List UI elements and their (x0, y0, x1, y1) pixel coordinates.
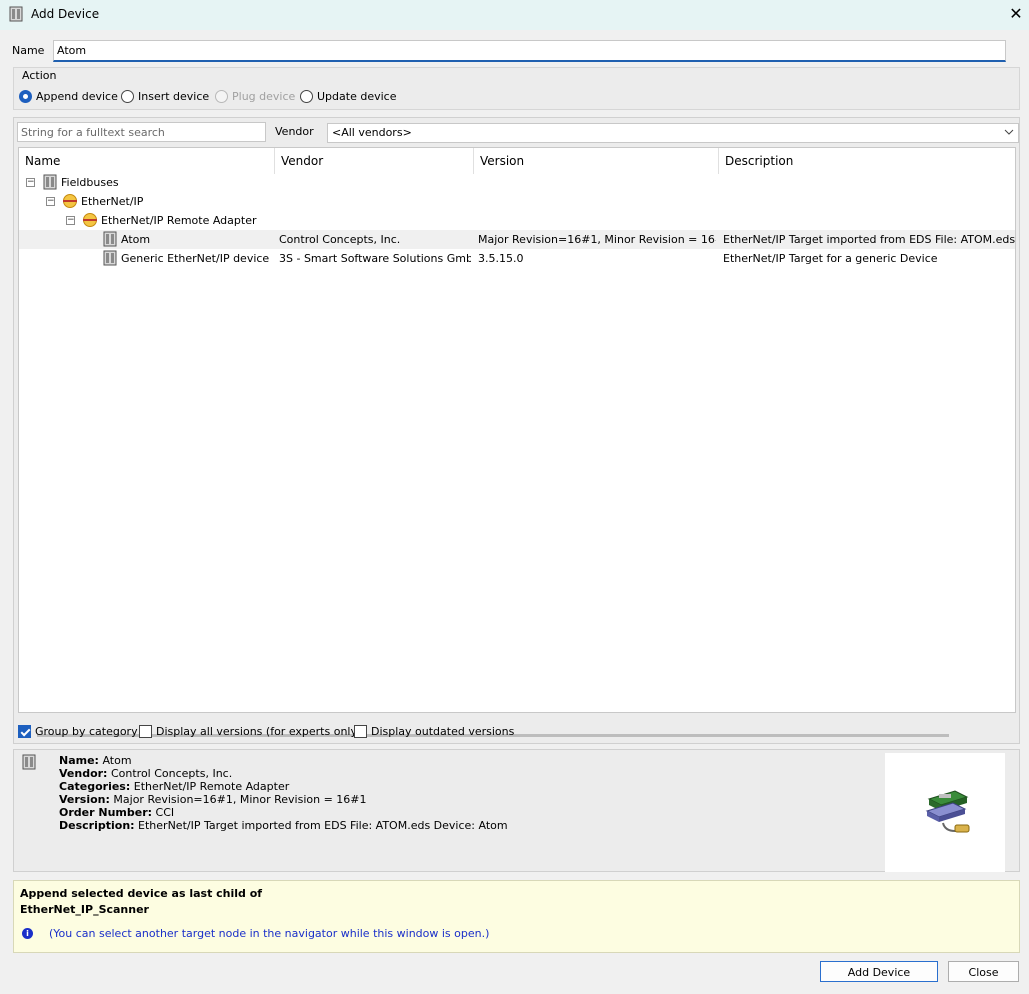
close-button[interactable]: Close (948, 961, 1019, 982)
tree-node-label: Fieldbuses (61, 176, 119, 189)
name-label: Name (12, 44, 45, 57)
checkbox-indicator (139, 725, 152, 738)
info-line-categories: Categories: EtherNet/IP Remote Adapter (59, 780, 290, 793)
tree-row-ethernet-ip[interactable]: − EtherNet/IP (19, 192, 1015, 211)
group-by-category-checkbox[interactable]: Group by category (18, 725, 138, 738)
network-bus-icon (83, 213, 97, 227)
tree-row-atom[interactable]: Atom Control Concepts, Inc. Major Revisi… (19, 230, 1015, 249)
add-device-button[interactable]: Add Device (820, 961, 938, 982)
insert-device-radio[interactable]: Insert device (121, 90, 209, 103)
column-header-version[interactable]: Version (474, 148, 719, 174)
device-catalog-panel: Vendor <All vendors> Name Vendor Version… (13, 117, 1020, 744)
info-line-version: Version: Major Revision=16#1, Minor Revi… (59, 793, 367, 806)
radio-indicator (19, 90, 32, 103)
device-version-cell: Major Revision=16#1, Minor Revision = 16… (478, 233, 716, 246)
collapse-icon[interactable]: − (46, 197, 55, 206)
tree-row-fieldbuses[interactable]: − Fieldbuses (19, 173, 1015, 192)
append-device-radio[interactable]: Append device (19, 90, 118, 103)
device-tree[interactable]: Name Vendor Version Description − Fieldb… (18, 147, 1016, 737)
title-bar: Add Device ✕ (0, 0, 1029, 30)
column-header-description[interactable]: Description (719, 148, 1015, 174)
device-info-panel: Name: Atom Vendor: Control Concepts, Inc… (13, 749, 1020, 872)
info-line-order-number: Order Number: CCI (59, 806, 175, 819)
radio-label: Update device (317, 90, 397, 103)
tree-row-generic-device[interactable]: Generic EtherNet/IP device 3S - Smart So… (19, 249, 1015, 268)
device-version-cell: 3.5.15.0 (478, 252, 524, 265)
device-name-cell: Atom (121, 233, 151, 246)
device-vendor-cell: Control Concepts, Inc. (279, 233, 401, 246)
column-header-name[interactable]: Name (19, 148, 275, 174)
column-header-vendor[interactable]: Vendor (275, 148, 474, 174)
display-all-versions-checkbox[interactable]: Display all versions (for experts only) (139, 725, 361, 738)
action-label: Action (22, 69, 57, 82)
info-line-name: Name: Atom (59, 754, 132, 767)
device-module-image (925, 790, 970, 833)
info-line-description: Description: EtherNet/IP Target imported… (59, 819, 508, 832)
collapse-icon[interactable]: − (66, 216, 75, 225)
display-outdated-checkbox[interactable]: Display outdated versions (354, 725, 514, 738)
checkbox-label: Display outdated versions (371, 725, 515, 738)
checkbox-label: Display all versions (for experts only) (156, 725, 362, 738)
radio-label: Append device (36, 90, 118, 103)
info-line-vendor: Vendor: Control Concepts, Inc. (59, 767, 233, 780)
action-group: Action Append device Insert device Plug … (13, 67, 1020, 110)
vendor-selected-value: <All vendors> (332, 126, 412, 139)
checkbox-label: Group by category (35, 725, 138, 738)
device-icon (103, 231, 117, 247)
device-description-cell: EtherNet/IP Target imported from EDS Fil… (723, 233, 1015, 246)
vendor-label: Vendor (275, 125, 314, 138)
radio-label: Plug device (232, 90, 296, 103)
device-description-cell: EtherNet/IP Target for a generic Device (723, 252, 938, 265)
radio-indicator (300, 90, 313, 103)
plug-device-radio: Plug device (215, 90, 295, 103)
device-name-cell: Generic EtherNet/IP device (121, 252, 270, 265)
device-icon (22, 754, 36, 770)
tree-node-label: EtherNet/IP (81, 195, 144, 208)
device-icon (9, 6, 23, 22)
device-info-lines: Name: Atom Vendor: Control Concepts, Inc… (59, 754, 508, 832)
radio-indicator (215, 90, 228, 103)
target-hint-panel: Append selected device as last child of … (13, 880, 1020, 953)
network-bus-icon (63, 194, 77, 208)
tree-node-label: EtherNet/IP Remote Adapter (101, 214, 257, 227)
device-icon (43, 174, 57, 190)
tree-row-remote-adapter[interactable]: − EtherNet/IP Remote Adapter (19, 211, 1015, 230)
hint-note: (You can select another target node in t… (49, 927, 490, 940)
chevron-down-icon (1004, 124, 1014, 143)
fulltext-search-input[interactable] (17, 122, 266, 142)
hint-append-text: Append selected device as last child of (20, 887, 263, 900)
name-input[interactable] (53, 40, 1006, 62)
close-icon[interactable]: ✕ (1005, 4, 1027, 24)
device-preview-image (885, 753, 1005, 872)
window-title: Add Device (31, 7, 100, 21)
device-icon (103, 250, 117, 266)
checkbox-indicator (18, 725, 31, 738)
collapse-icon[interactable]: − (26, 178, 35, 187)
device-vendor-cell: 3S - Smart Software Solutions GmbH (279, 252, 471, 265)
update-device-radio[interactable]: Update device (300, 90, 396, 103)
vendor-dropdown[interactable]: <All vendors> (327, 123, 1019, 143)
checkbox-indicator (354, 725, 367, 738)
radio-label: Insert device (138, 90, 210, 103)
radio-indicator (121, 90, 134, 103)
info-icon: i (22, 928, 33, 939)
hint-target-node: EtherNet_IP_Scanner (20, 903, 149, 916)
